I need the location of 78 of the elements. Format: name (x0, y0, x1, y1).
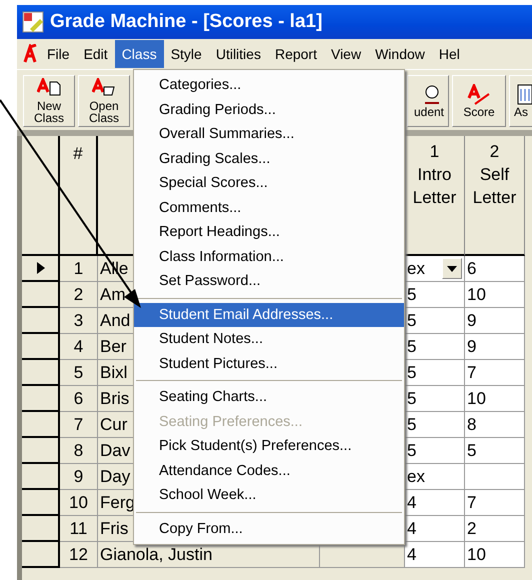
score-cell: 7 (465, 360, 525, 386)
row-number: 7 (60, 412, 98, 438)
row-number: 4 (60, 334, 98, 360)
row-selector[interactable] (22, 360, 60, 386)
toolbar-button[interactable]: udent (407, 75, 449, 127)
score-cell: 5 (405, 386, 465, 412)
menu-item[interactable]: Comments... (134, 196, 404, 220)
menu-item[interactable]: Report Headings... (134, 220, 404, 244)
toolbar-button[interactable]: As (509, 75, 532, 127)
row-selector[interactable] (22, 516, 60, 542)
score-cell: 4 (405, 516, 465, 542)
row-number: 6 (60, 386, 98, 412)
row-selector[interactable] (22, 282, 60, 308)
score-cell: 10 (465, 542, 525, 568)
row-selector[interactable] (22, 334, 60, 360)
row-selector[interactable] (22, 464, 60, 490)
score-cell: 2 (465, 516, 525, 542)
score-cell: 4 (405, 490, 465, 516)
logo-icon (467, 84, 491, 106)
score-cell: 7 (465, 490, 525, 516)
row-number: 9 (60, 464, 98, 490)
score-cell: 5 (405, 308, 465, 334)
menu-item[interactable]: Window (368, 40, 432, 68)
menu-item[interactable]: Categories... (134, 73, 404, 98)
menu-item[interactable]: Overall Summaries... (134, 122, 404, 146)
row-selector[interactable] (22, 308, 60, 334)
row-selector[interactable] (22, 256, 60, 282)
row-selector[interactable] (22, 412, 60, 438)
menu-item[interactable]: Special Scores... (134, 171, 404, 196)
column-header: # (60, 136, 98, 256)
menu-item[interactable]: Student Email Addresses... (134, 302, 404, 327)
menu-item[interactable]: Utilities (208, 40, 268, 68)
row-number: 12 (60, 542, 98, 568)
row-number: 2 (60, 282, 98, 308)
menu-item[interactable]: View (324, 40, 368, 68)
menu-item: Seating Preferences... (158, 412, 304, 432)
score-cell: 4 (405, 542, 465, 568)
app-icon (22, 11, 44, 33)
assignment-number: 2 (490, 141, 500, 163)
score-cell: 5 (465, 438, 525, 464)
row-number: 8 (60, 438, 98, 464)
window-title: Grade Machine - [Scores - la1] (50, 11, 322, 33)
assignment-number: 1 (430, 141, 440, 163)
row-number: 1 (60, 256, 98, 282)
score-cell: 8 (465, 412, 525, 438)
row-number: 10 (60, 490, 98, 516)
score-cell: 9 (465, 308, 525, 334)
score-cell: 6 (465, 256, 525, 282)
assignment-title: Self Letter (472, 164, 516, 209)
row-selector[interactable] (22, 542, 60, 568)
menu-item[interactable]: File (40, 40, 77, 68)
score-cell: 10 (465, 282, 525, 308)
menu-item[interactable]: Edit (76, 40, 115, 68)
score-dropdown[interactable]: ex (405, 256, 465, 282)
score-cell: 5 (405, 412, 465, 438)
score-cell: ex (405, 464, 465, 490)
score-cell: 10 (465, 386, 525, 412)
menu-item[interactable]: Class (114, 40, 164, 68)
score-cell: 5 (405, 438, 465, 464)
assignment-title: Intro Letter (412, 164, 456, 209)
score-cell: 5 (405, 334, 465, 360)
toolbar-button[interactable]: New Class (23, 75, 75, 127)
menu-item[interactable]: Hel (432, 40, 467, 68)
menu-item[interactable]: Grading Periods... (134, 98, 404, 122)
score-cell: 9 (465, 334, 525, 360)
menu-item[interactable]: Grading Scales... (134, 146, 404, 171)
row-number: 11 (60, 516, 98, 542)
score-cell: 5 (405, 360, 465, 386)
row-selector[interactable] (22, 386, 60, 412)
row-selector[interactable] (22, 490, 60, 516)
toolbar-button[interactable]: Open Class (78, 75, 130, 127)
row-selector[interactable] (22, 438, 60, 464)
row-number: 3 (60, 308, 98, 334)
score-cell: 5 (405, 282, 465, 308)
menu-item[interactable]: Report (268, 40, 324, 68)
toolbar-button[interactable]: Score (452, 75, 506, 127)
menu-item[interactable]: Style (164, 40, 209, 68)
row-number: 5 (60, 360, 98, 386)
